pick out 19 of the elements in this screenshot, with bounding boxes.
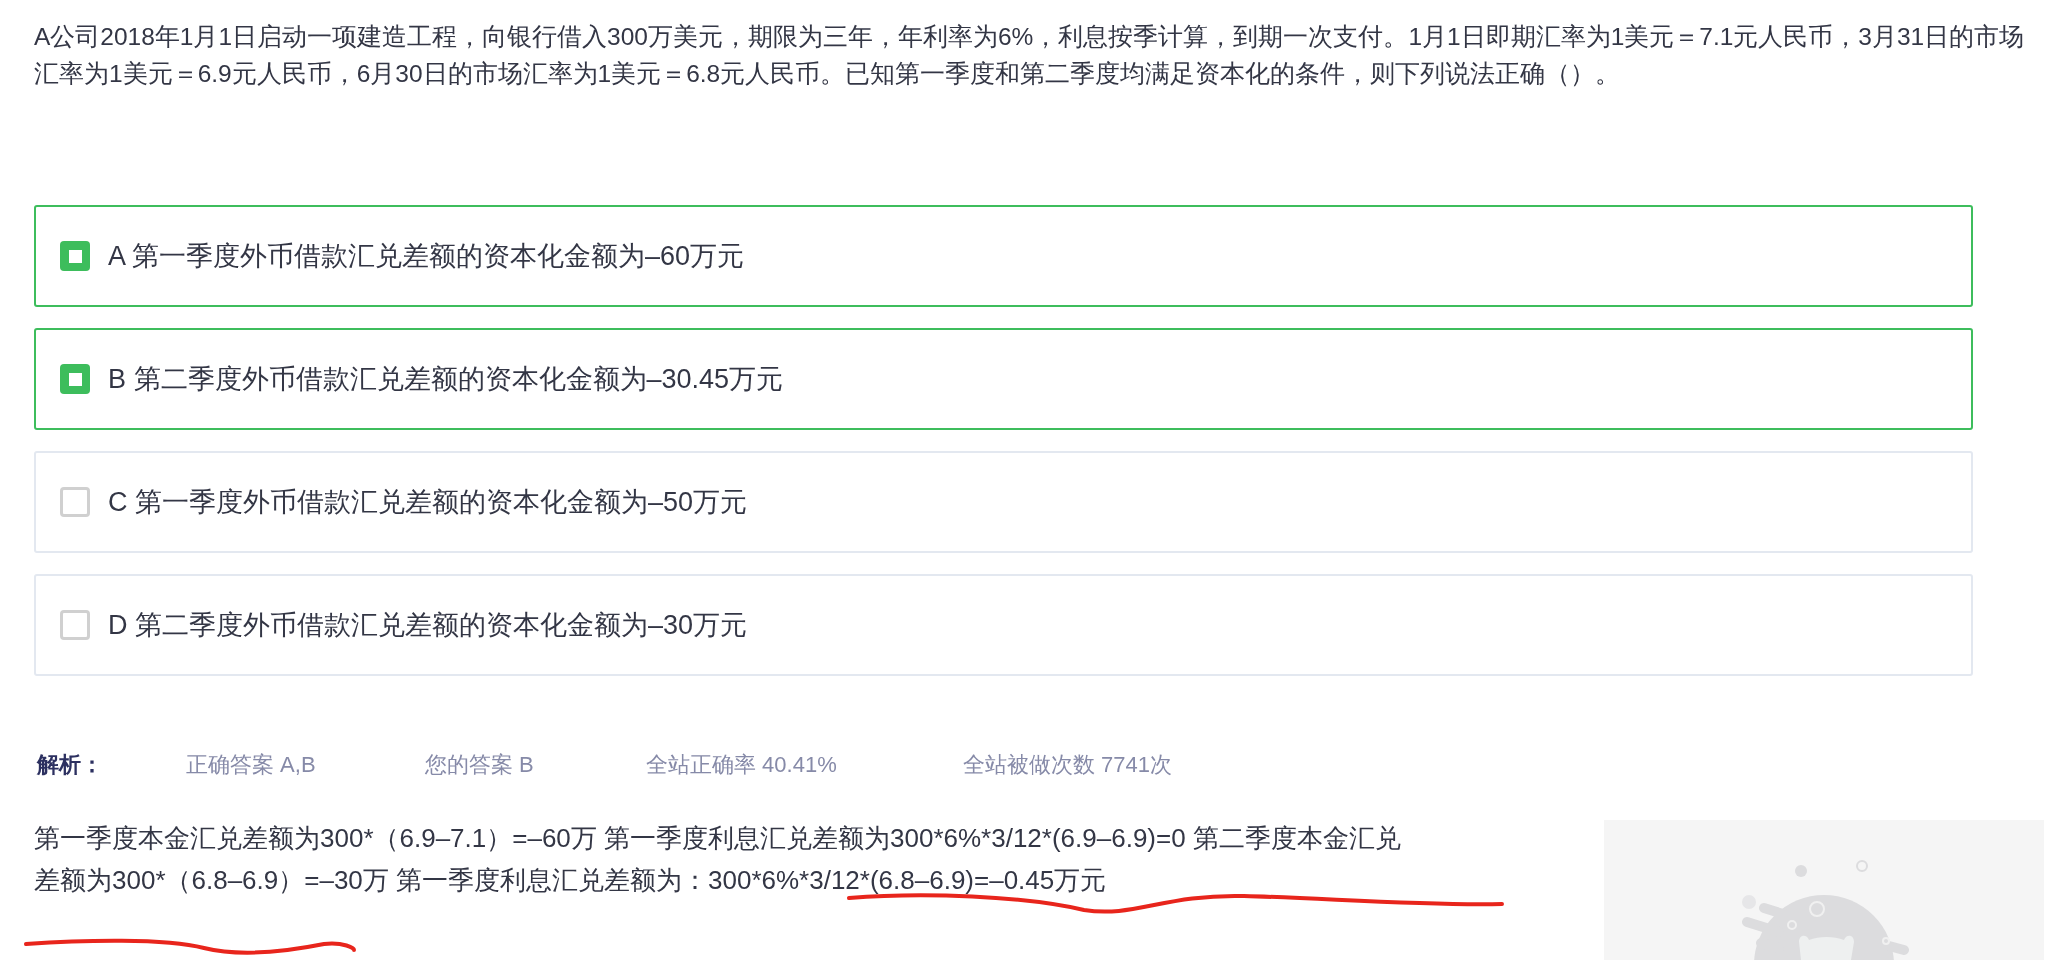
explanation-text: 第一季度本金汇兑差额为300*（6.9–7.1）=–60万 第一季度利息汇兑差额为300*6%*3/12*(6.9–6.9)=0 第二季度本金汇兑差额为300*（6.8–6.9）=–30万 第一季度利息汇兑差额为：300*6%*3/12*(6.8–6.9)=–0.45万元 [34,822,1402,897]
checkbox[interactable] [60,364,90,394]
analysis-label: 解析： [37,751,104,779]
option-text: C 第一季度外币借款汇兑差额的资本化金额为–50万元 [108,485,748,519]
answer-option[interactable]: D 第二季度外币借款汇兑差额的资本化金额为–30万元 [34,574,1973,676]
answer-stat: 全站正确率 40.41% [646,751,838,779]
answer-stat: 全站被做次数 7741次 [963,751,1173,779]
checkbox[interactable] [60,610,90,640]
checkbox[interactable] [60,241,90,271]
checkbox[interactable] [60,487,90,517]
answer-stat: 您的答案 B [425,751,535,779]
answer-stat: 正确答案 A,B [186,751,317,779]
answer-option[interactable]: A 第一季度外币借款汇兑差额的资本化金额为–60万元 [34,205,1973,307]
answer-option[interactable]: B 第二季度外币借款汇兑差额的资本化金额为–30.45万元 [34,328,1973,430]
question-text: A公司2018年1月1日启动一项建造工程，向银行借入300万美元，期限为三年，年利率为6%，利息按季计算，到期一次支付。1月1日即期汇率为1美元＝7.1元人民币，3月31日的市场汇率为1美元＝6.9元人民币，6月30日的市场汇率为1美元＝6.8元人民币。已知第一季度和第二季度均满足资本化的条件，则下列说法正确（）。 [34,22,2026,89]
answer-option[interactable]: C 第一季度外币借款汇兑差额的资本化金额为–50万元 [34,451,1973,553]
option-text: D 第二季度外币借款汇兑差额的资本化金额为–30万元 [108,608,748,642]
option-text: B 第二季度外币借款汇兑差额的资本化金额为–30.45万元 [108,362,784,396]
option-text: A 第一季度外币借款汇兑差额的资本化金额为–60万元 [108,239,745,273]
